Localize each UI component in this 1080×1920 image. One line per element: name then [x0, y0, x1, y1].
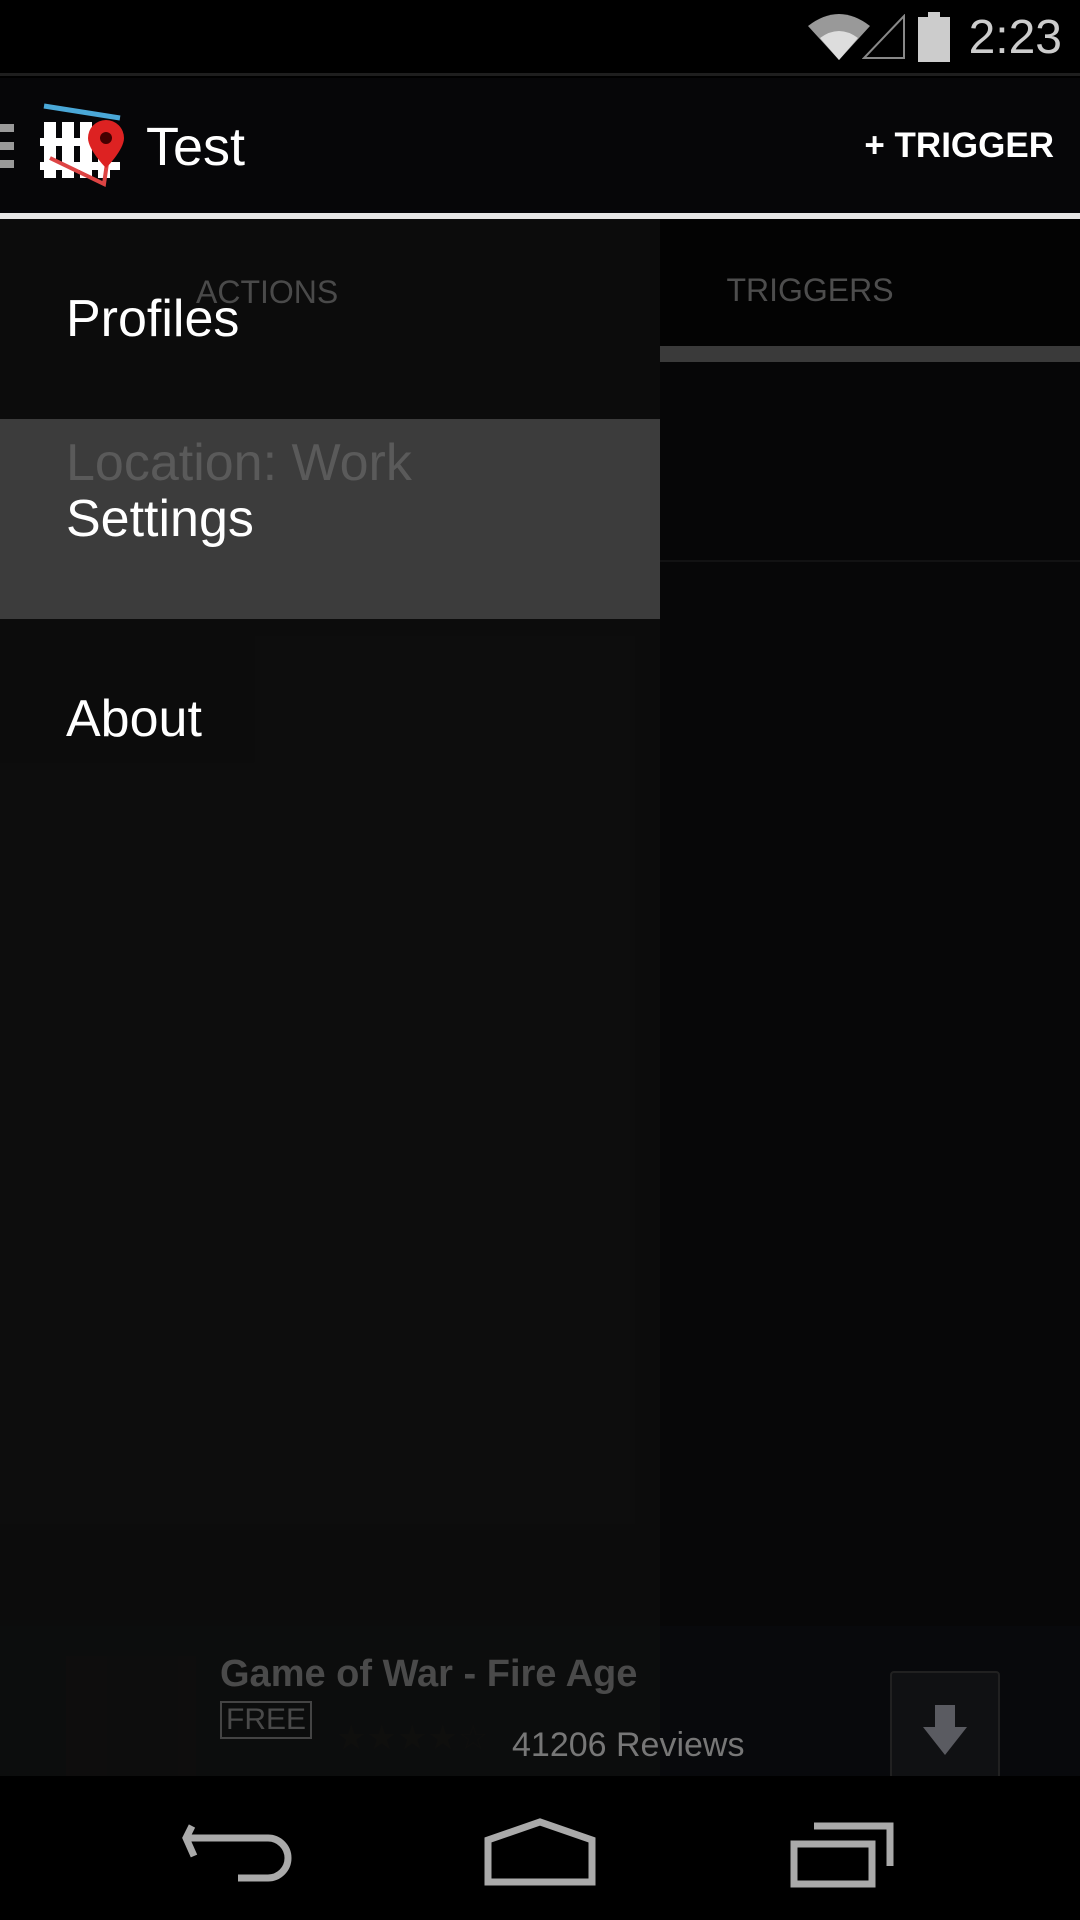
drawer-item-profiles[interactable]: Profiles	[0, 219, 660, 419]
ad-title: Game of War - Fire Age	[220, 1653, 638, 1695]
wifi-icon	[808, 14, 870, 60]
drawer-item-label: About	[66, 690, 202, 748]
app-logo-icon[interactable]	[40, 102, 130, 188]
ad-reviews: 41206 Reviews	[512, 1726, 745, 1764]
signal-icon	[862, 14, 905, 59]
recents-icon[interactable]	[790, 1820, 900, 1890]
back-icon[interactable]	[180, 1820, 300, 1890]
action-bar: Test + TRIGGER	[0, 78, 1080, 213]
drawer-item-about[interactable]: About	[0, 619, 660, 819]
clock: 2:23	[968, 11, 1062, 64]
drawer-scrim[interactable]	[660, 219, 1080, 1776]
drawer-item-label: Settings	[66, 490, 254, 548]
add-trigger-button[interactable]: + TRIGGER	[864, 126, 1054, 166]
list-item-label: Location: Work	[66, 434, 412, 492]
battery-icon	[918, 12, 950, 62]
navigation-bar	[0, 1776, 1080, 1920]
drawer-toggle-icon[interactable]	[0, 124, 14, 168]
status-bar: 2:23	[0, 0, 1080, 76]
page-title: Test	[146, 117, 246, 177]
tab-actions-label: ACTIONS	[196, 274, 339, 310]
home-icon[interactable]	[480, 1818, 600, 1888]
ad-price-badge: FREE	[220, 1701, 313, 1739]
